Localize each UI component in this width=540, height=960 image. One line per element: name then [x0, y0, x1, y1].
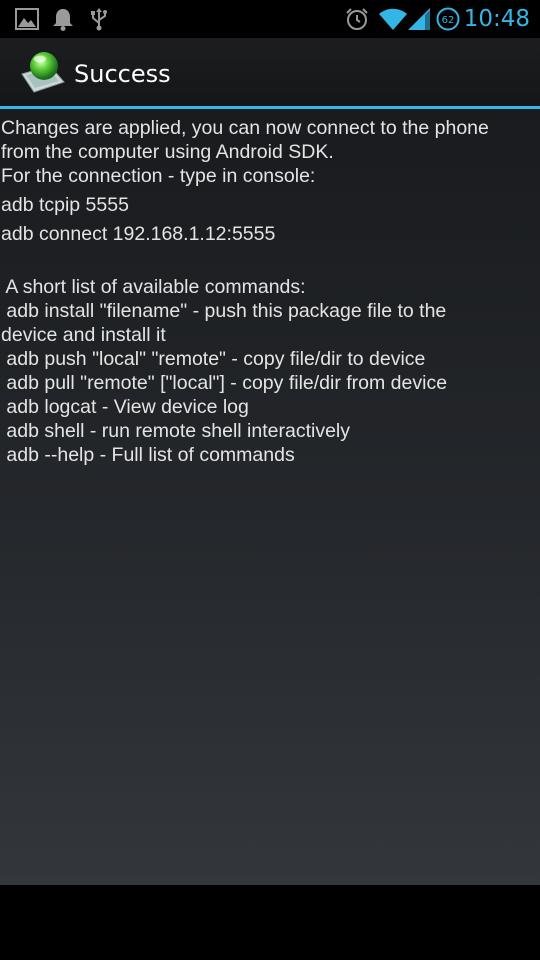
- battery-level-text: 62: [442, 15, 455, 26]
- battery-icon: 62: [436, 6, 460, 32]
- usb-icon: [86, 6, 112, 32]
- message-text: Changes are applied, you can now connect…: [1, 116, 537, 467]
- status-clock: 10:48: [463, 6, 530, 32]
- message-line: adb push "local" "remote" - copy file/di…: [1, 348, 426, 370]
- message-line: adb logcat - View device log: [1, 396, 249, 418]
- message-line: from the computer using Android SDK.: [1, 141, 334, 163]
- message-line: adb pull "remote" ["local"] - copy file/…: [1, 372, 448, 394]
- dialog-title-bar: Success: [0, 38, 540, 106]
- phone-screen: 62 10:48 Success Changes are applied, yo…: [0, 0, 540, 960]
- command-line: adb tcpip 5555: [1, 194, 129, 216]
- message-line: adb --help - Full list of commands: [1, 444, 295, 466]
- navigation-area: [0, 885, 540, 960]
- status-bar: 62 10:48: [0, 0, 540, 38]
- message-line: A short list of available commands:: [1, 276, 306, 298]
- message-line: adb install "filename" - push this packa…: [1, 300, 447, 322]
- image-notification-icon: [14, 6, 40, 32]
- message-line: For the connection - type in console:: [1, 165, 316, 187]
- dialog-title: Success: [74, 60, 171, 88]
- message-line: Changes are applied, you can now connect…: [1, 117, 489, 139]
- signal-icon: [406, 6, 432, 32]
- command-line: adb connect 192.168.1.12:5555: [1, 223, 276, 245]
- app-globe-icon: [20, 48, 66, 96]
- message-line: adb shell - run remote shell interactive…: [1, 420, 350, 442]
- bell-notification-icon: [50, 6, 76, 32]
- dialog-content: Changes are applied, you can now connect…: [0, 109, 540, 885]
- message-line: device and install it: [1, 324, 166, 346]
- alarm-clock-icon: [344, 6, 370, 32]
- wifi-icon: [378, 6, 408, 32]
